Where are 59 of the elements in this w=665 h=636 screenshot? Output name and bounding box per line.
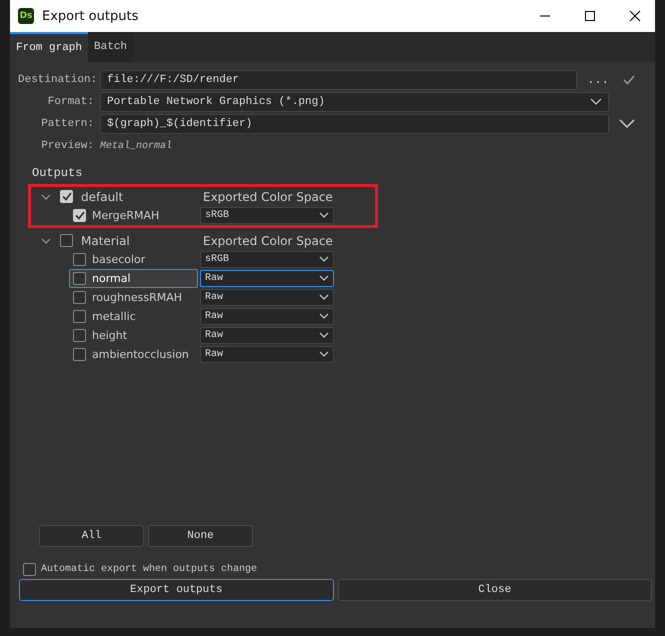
- color-space-dropdown[interactable]: Raw: [200, 346, 334, 363]
- checkbox[interactable]: [60, 234, 73, 247]
- preview-text: Metal_normal: [100, 140, 172, 152]
- window-title: Export outputs: [42, 8, 140, 24]
- output-item[interactable]: normal: [69, 269, 198, 288]
- checkbox-label: Automatic export when outputs change: [41, 564, 258, 575]
- app-logo-icon: Ds: [18, 8, 34, 24]
- output-item[interactable]: ambientocclusion: [69, 345, 198, 364]
- column-header: Exported Color Space: [203, 234, 333, 248]
- destination-field[interactable]: file:///F:/SD/render: [100, 70, 577, 90]
- chevron-down-icon: [319, 256, 329, 263]
- chevron-down-icon: [319, 294, 329, 301]
- chevron-down-icon: [319, 332, 329, 339]
- chevron-down-icon: [319, 351, 329, 358]
- section-label: Outputs: [32, 166, 84, 180]
- group-name: default: [81, 190, 124, 204]
- checkbox[interactable]: [73, 329, 86, 342]
- tab[interactable]: From graph: [10, 32, 88, 62]
- checkbox[interactable]: [73, 291, 86, 304]
- output-item[interactable]: height: [69, 326, 198, 345]
- color-space-dropdown[interactable]: Raw: [200, 308, 334, 325]
- maximize-icon[interactable]: [584, 10, 596, 22]
- checkbox[interactable]: [23, 563, 36, 576]
- field-label: Preview:: [40, 140, 94, 152]
- color-space-dropdown[interactable]: Raw: [200, 289, 334, 306]
- output-item[interactable]: basecolor: [69, 250, 198, 269]
- select-button[interactable]: None: [148, 525, 253, 547]
- checkbox[interactable]: [73, 348, 86, 361]
- dialog-button[interactable]: Close: [338, 579, 652, 601]
- format-dropdown[interactable]: Portable Network Graphics (*.png): [100, 92, 609, 112]
- field-label: Destination:: [18, 74, 94, 86]
- chevron-down-icon: [319, 313, 329, 320]
- tab[interactable]: Batch: [88, 32, 134, 62]
- output-item[interactable]: metallic: [69, 307, 198, 326]
- color-space-dropdown[interactable]: sRGB: [200, 251, 334, 268]
- group-name: Material: [81, 234, 131, 248]
- check-icon[interactable]: [623, 75, 635, 85]
- chevron-down-icon: [319, 212, 329, 219]
- chevron-down-icon: [319, 275, 329, 282]
- column-header: Exported Color Space: [203, 190, 333, 204]
- pattern-field[interactable]: $(graph)_$(identifier): [100, 114, 609, 134]
- checkbox[interactable]: [60, 190, 73, 203]
- color-space-dropdown[interactable]: sRGB: [200, 207, 334, 224]
- output-item[interactable]: MergeRMAH: [69, 206, 198, 225]
- checkbox[interactable]: [73, 310, 86, 323]
- browse-button[interactable]: ...: [583, 73, 613, 87]
- color-space-dropdown[interactable]: Raw: [200, 327, 334, 344]
- chevron-down-icon: [590, 98, 602, 106]
- checkbox[interactable]: [73, 253, 86, 266]
- checkbox[interactable]: [73, 209, 86, 222]
- color-space-dropdown[interactable]: Raw: [200, 270, 334, 287]
- close-icon[interactable]: [629, 10, 641, 22]
- chevron-down-icon[interactable]: [619, 119, 635, 129]
- checkbox[interactable]: [73, 272, 86, 285]
- field-label: Pattern:: [40, 118, 94, 130]
- field-label: Format:: [46, 96, 94, 108]
- dialog-button[interactable]: Export outputs: [19, 579, 334, 601]
- select-button[interactable]: All: [39, 525, 144, 547]
- output-item[interactable]: roughnessRMAH: [69, 288, 198, 307]
